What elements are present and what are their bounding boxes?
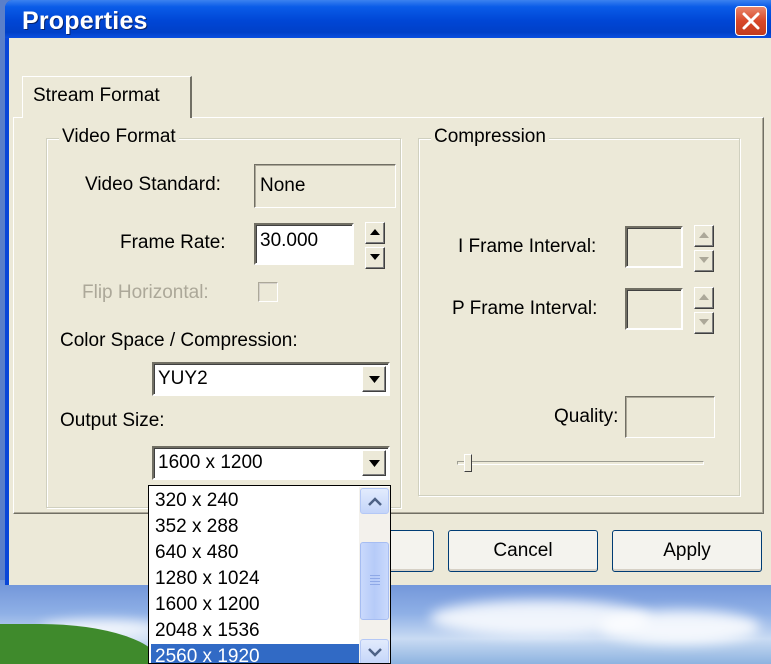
dropdown-option[interactable]: 320 x 240 (151, 488, 359, 514)
apply-button[interactable]: Apply (612, 530, 762, 572)
dropdown-option[interactable]: 352 x 288 (151, 514, 359, 540)
quality-field (625, 396, 715, 438)
frame-rate-spin-down[interactable] (365, 247, 385, 269)
quality-slider-track (457, 461, 704, 465)
arrow-up-icon (699, 294, 709, 300)
scroll-down-button[interactable] (360, 639, 389, 663)
tab-stream-format[interactable]: Stream Format (22, 76, 192, 118)
scroll-down-icon (368, 648, 382, 657)
p-frame-spin-up[interactable] (694, 287, 714, 309)
frame-rate-spin-up[interactable] (365, 222, 385, 244)
arrow-down-icon (699, 257, 709, 263)
cancel-button[interactable]: Cancel (448, 530, 598, 572)
video-standard-label: Video Standard: (85, 174, 221, 195)
dropdown-scrollbar[interactable] (359, 487, 390, 663)
arrow-up-icon (370, 229, 380, 235)
color-space-dropdown-button[interactable] (362, 366, 386, 392)
dropdown-option[interactable]: 1280 x 1024 (151, 566, 359, 592)
quality-slider-thumb[interactable] (464, 454, 472, 472)
dropdown-option[interactable]: 2048 x 1536 (151, 618, 359, 644)
i-frame-interval-input[interactable] (625, 226, 683, 268)
title-bar[interactable]: Properties (5, 0, 771, 38)
output-size-select[interactable]: 1600 x 1200 (152, 446, 390, 480)
tab-label: Stream Format (33, 85, 160, 106)
dropdown-option-highlighted[interactable]: 2560 x 1920 (151, 644, 359, 663)
video-standard-field: None (254, 164, 396, 208)
color-space-value: YUY2 (158, 368, 208, 389)
window-title: Properties (22, 7, 148, 35)
flip-horizontal-label: Flip Horizontal: (82, 282, 209, 303)
frame-rate-label: Frame Rate: (120, 232, 226, 253)
flip-horizontal-checkbox[interactable] (258, 282, 278, 302)
output-size-label: Output Size: (60, 410, 165, 431)
group-title: Compression (431, 126, 549, 148)
chevron-down-icon (369, 460, 380, 467)
dropdown-option[interactable]: 1600 x 1200 (151, 592, 359, 618)
close-icon (742, 12, 760, 30)
chevron-down-icon (369, 376, 380, 383)
close-button[interactable] (735, 6, 767, 36)
scroll-thumb[interactable] (360, 542, 389, 620)
arrow-down-icon (699, 319, 709, 325)
frame-rate-input[interactable]: 30.000 (254, 223, 354, 265)
dropdown-option[interactable]: 640 x 480 (151, 540, 359, 566)
color-space-label: Color Space / Compression: (60, 330, 298, 351)
color-space-select[interactable]: YUY2 (152, 362, 390, 396)
arrow-down-icon (370, 254, 380, 260)
quality-label: Quality: (554, 406, 619, 427)
i-frame-interval-label: I Frame Interval: (458, 236, 597, 257)
output-size-value: 1600 x 1200 (158, 452, 263, 473)
output-size-dropdown-button[interactable] (362, 450, 386, 476)
p-frame-interval-label: P Frame Interval: (452, 298, 598, 319)
p-frame-spin-down[interactable] (694, 312, 714, 334)
group-title: Video Format (59, 126, 179, 148)
i-frame-spin-up[interactable] (694, 225, 714, 247)
arrow-up-icon (699, 232, 709, 238)
p-frame-interval-input[interactable] (625, 288, 683, 330)
i-frame-spin-down[interactable] (694, 250, 714, 272)
scroll-up-icon (368, 497, 382, 506)
output-size-dropdown-list: 320 x 240 352 x 288 640 x 480 1280 x 102… (148, 485, 391, 664)
video-standard-value: None (260, 175, 306, 196)
scroll-up-button[interactable] (360, 488, 389, 514)
